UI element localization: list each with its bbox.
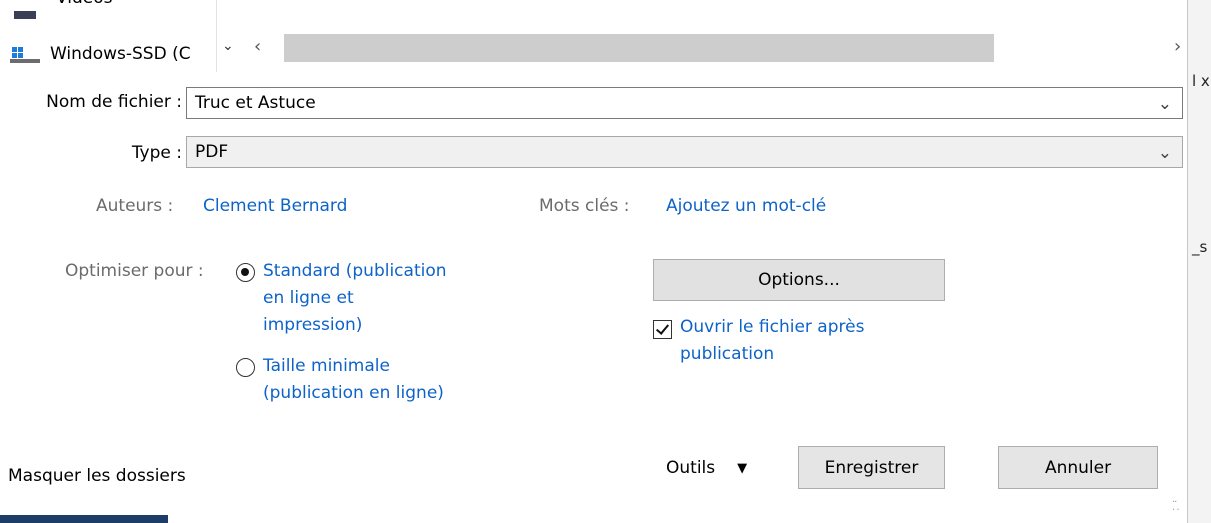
taskbar-accent bbox=[0, 515, 168, 523]
authors-label: Auteurs : bbox=[96, 196, 174, 216]
tools-label: Outils bbox=[666, 458, 716, 478]
open-after-checkbox[interactable] bbox=[653, 320, 672, 339]
file-name-value: Truc et Astuce bbox=[195, 93, 316, 113]
radio-standard-label-line: Standard (publication bbox=[263, 261, 447, 281]
tree-item-videos[interactable]: Vidéos bbox=[56, 0, 113, 8]
file-name-label: Nom de fichier : bbox=[46, 92, 182, 112]
scroll-right-icon[interactable]: › bbox=[1174, 36, 1181, 57]
background-window: l x _s bbox=[1187, 0, 1211, 523]
scrollbar-thumb[interactable] bbox=[284, 34, 994, 62]
resize-grip-icon[interactable]: ... . bbox=[1172, 495, 1179, 513]
radio-minimal-label-line: (publication en ligne) bbox=[263, 383, 444, 403]
tools-menu[interactable]: Outils ▼ bbox=[666, 458, 747, 478]
pane-separator bbox=[216, 0, 217, 72]
tree-chevron-down-icon[interactable]: ⌄ bbox=[222, 38, 234, 54]
radio-minimal-label-line: Taille minimale bbox=[263, 356, 390, 376]
chevron-down-icon[interactable]: ⌄ bbox=[1158, 94, 1172, 114]
background-fragment: l x bbox=[1192, 72, 1210, 90]
options-button[interactable]: Options... bbox=[653, 259, 945, 301]
radio-standard-label-line: impression) bbox=[263, 315, 363, 335]
radio-standard-label-line: en ligne et bbox=[263, 288, 354, 308]
file-type-value: PDF bbox=[195, 142, 229, 162]
background-fragment: _s bbox=[1192, 238, 1208, 256]
caret-down-icon: ▼ bbox=[737, 460, 748, 476]
scroll-left-icon[interactable]: ‹ bbox=[254, 36, 261, 57]
chevron-down-icon[interactable]: ⌄ bbox=[1158, 143, 1172, 163]
file-name-input[interactable]: Truc et Astuce ⌄ bbox=[186, 87, 1183, 119]
keywords-label: Mots clés : bbox=[539, 196, 630, 216]
video-folder-icon bbox=[14, 11, 36, 19]
tree-item-drive[interactable]: Windows-SSD (C bbox=[10, 40, 191, 68]
drive-label: Windows-SSD (C bbox=[50, 44, 191, 64]
open-after-label[interactable]: Ouvrir le fichier après publication bbox=[680, 314, 864, 368]
radio-standard-label[interactable]: Standard (publication en ligne et impres… bbox=[263, 258, 447, 339]
keywords-value[interactable]: Ajoutez un mot-clé bbox=[666, 196, 826, 216]
authors-value[interactable]: Clement Bernard bbox=[203, 196, 347, 216]
file-type-select[interactable]: PDF ⌄ bbox=[186, 136, 1183, 168]
cancel-button[interactable]: Annuler bbox=[998, 446, 1158, 489]
hide-folders-link[interactable]: Masquer les dossiers bbox=[8, 466, 186, 486]
open-after-label-line: publication bbox=[680, 344, 775, 364]
save-button[interactable]: Enregistrer bbox=[798, 446, 945, 489]
windows-drive-icon bbox=[10, 44, 40, 64]
radio-minimal-label[interactable]: Taille minimale (publication en ligne) bbox=[263, 353, 444, 407]
open-after-label-line: Ouvrir le fichier après bbox=[680, 317, 865, 337]
radio-minimal[interactable] bbox=[236, 358, 255, 377]
optimize-label: Optimiser pour : bbox=[65, 261, 204, 281]
horizontal-scrollbar[interactable]: ‹ › bbox=[246, 34, 1196, 64]
navigation-tree-top: Vidéos bbox=[0, 0, 1187, 22]
radio-standard[interactable] bbox=[236, 263, 255, 282]
file-type-label: Type : bbox=[131, 143, 182, 163]
